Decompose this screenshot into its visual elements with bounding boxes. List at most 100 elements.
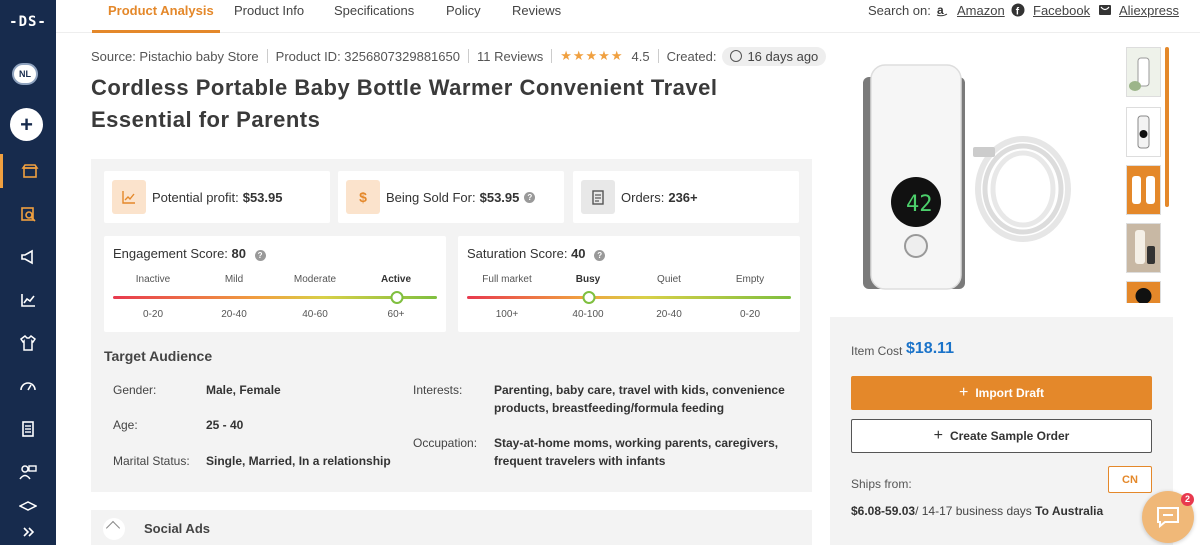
aliexpress-link[interactable]: Aliexpress xyxy=(1119,3,1179,18)
saturation-level: Empty xyxy=(735,274,765,285)
profit-label: Potential profit: xyxy=(152,189,239,205)
avatar[interactable]: NL xyxy=(12,63,38,85)
thumbnail[interactable] xyxy=(1126,223,1161,273)
saturation-range: 20-40 xyxy=(656,309,682,320)
tab-specifications[interactable]: Specifications xyxy=(334,3,414,18)
import-draft-button[interactable]: + Import Draft xyxy=(851,376,1152,410)
tab-product-info[interactable]: Product Info xyxy=(234,3,304,18)
engagement-indicator xyxy=(390,291,403,304)
ship-country-button[interactable]: CN xyxy=(1108,466,1152,493)
help-icon[interactable]: ? xyxy=(524,191,536,203)
trend-chart-icon xyxy=(112,180,146,214)
top-nav: Product Analysis Product Info Specificat… xyxy=(56,0,1200,33)
add-button[interactable]: + xyxy=(10,108,43,141)
sidebar-item-support[interactable] xyxy=(0,455,56,489)
source-store[interactable]: Source: Pistachio baby Store xyxy=(91,49,259,64)
double-chevron-right-icon xyxy=(23,527,35,537)
rating-value: 4.5 xyxy=(631,48,650,64)
engagement-range: 20-40 xyxy=(221,309,247,320)
thumbnail[interactable] xyxy=(1126,165,1161,215)
facebook-icon: f xyxy=(1011,3,1025,17)
item-cost-value: $18.11 xyxy=(906,340,955,357)
sidebar-item-dashboard[interactable] xyxy=(0,369,56,403)
reviews-count[interactable]: 11 Reviews xyxy=(477,49,543,64)
thumbnail-scrollbar[interactable] xyxy=(1165,47,1169,207)
sidebar-item-orders[interactable] xyxy=(0,412,56,446)
engagement-level: Mild xyxy=(224,274,244,285)
search-on-label: Search on: xyxy=(868,3,931,18)
plus-icon: + xyxy=(933,427,943,444)
engagement-bar xyxy=(113,296,437,299)
engagement-level: Inactive xyxy=(135,274,171,285)
sidebar-item-ads[interactable] xyxy=(0,240,56,274)
engagement-range: 40-60 xyxy=(302,309,328,320)
tab-product-analysis[interactable]: Product Analysis xyxy=(108,3,214,18)
active-tab-indicator xyxy=(92,30,220,33)
logo: -DS- xyxy=(9,14,47,30)
facebook-link[interactable]: Facebook xyxy=(1033,3,1090,18)
help-icon[interactable]: ? xyxy=(594,250,606,261)
saturation-range: 40-100 xyxy=(572,309,604,320)
plus-icon: + xyxy=(958,384,969,401)
analysis-panel: Potential profit: $53.95 $ Being Sold Fo… xyxy=(91,159,812,492)
shipping-days: / 14-17 business days xyxy=(915,504,1032,518)
saturation-level: Quiet xyxy=(657,274,681,285)
age-label: Age: xyxy=(113,418,138,432)
saturation-range: 100+ xyxy=(495,309,519,320)
sidebar-item-product-research[interactable] xyxy=(0,197,56,231)
saturation-bar xyxy=(467,296,791,299)
app: -DS- NL + Product Analysis Product Info … xyxy=(0,0,1200,545)
thumbnail[interactable] xyxy=(1126,281,1161,303)
sidebar-item-apparel[interactable] xyxy=(0,326,56,360)
potential-profit-card: Potential profit: $53.95 xyxy=(104,171,330,223)
social-ads-title: Social Ads xyxy=(144,521,210,536)
created-value: 16 days ago xyxy=(747,48,819,64)
occupation-value: Stay-at-home moms, working parents, care… xyxy=(494,436,779,468)
support-icon xyxy=(19,465,37,480)
divider xyxy=(266,49,268,63)
create-sample-order-button[interactable]: + Create Sample Order xyxy=(851,419,1152,453)
help-icon[interactable]: ? xyxy=(254,250,266,261)
saturation-score-card: Saturation Score: 40 ? Full market Busy … xyxy=(458,236,800,332)
saturation-title: Saturation Score: 40 ? xyxy=(467,246,606,261)
tab-policy[interactable]: Policy xyxy=(446,3,481,18)
amazon-icon: a xyxy=(936,3,948,17)
sidebar-expand[interactable] xyxy=(0,520,56,544)
gender-value: Male, Female xyxy=(206,383,281,397)
created-badge: 16 days ago xyxy=(722,46,827,66)
sample-order-label: Create Sample Order xyxy=(949,429,1070,443)
svg-text:42: 42 xyxy=(906,192,933,217)
social-ads-section[interactable]: Social Ads xyxy=(91,510,812,545)
graduation-icon xyxy=(19,501,37,511)
saturation-value: 40 xyxy=(571,246,586,261)
saturation-level-active: Busy xyxy=(575,274,601,285)
saturation-indicator xyxy=(582,291,595,304)
sidebar-item-academy[interactable] xyxy=(0,498,56,518)
engagement-title: Engagement Score: 80 ? xyxy=(113,246,266,261)
item-cost-label: Item Cost xyxy=(851,344,903,358)
thumbnail[interactable] xyxy=(1126,107,1161,157)
marital-label: Marital Status: xyxy=(113,454,190,468)
clock-icon xyxy=(730,50,743,62)
sold-for-card: $ Being Sold For: $53.95 ? xyxy=(338,171,564,223)
tab-reviews[interactable]: Reviews xyxy=(512,3,561,18)
shirt-icon xyxy=(19,335,37,351)
clipboard-icon xyxy=(581,180,615,214)
megaphone-icon xyxy=(21,249,33,265)
sidebar-item-analytics[interactable] xyxy=(0,283,56,317)
notification-badge: 2 xyxy=(1181,493,1194,506)
profit-value: $53.95 xyxy=(242,189,283,205)
thumbnail[interactable] xyxy=(1126,47,1161,97)
orders-label: Orders: xyxy=(621,189,665,205)
age-value: 25 - 40 xyxy=(206,418,244,432)
shipping-price: $6.08-59.03 xyxy=(851,504,916,518)
orders-card: Orders: 236+ xyxy=(573,171,799,223)
saturation-label: Saturation Score: xyxy=(467,246,568,261)
engagement-score-card: Engagement Score: 80 ? Inactive Mild Mod… xyxy=(104,236,446,332)
page-title: Cordless Portable Baby Bottle Warmer Con… xyxy=(91,75,718,132)
pricing-panel: Item Cost $18.11 + Import Draft + Create… xyxy=(830,317,1173,545)
amazon-link[interactable]: Amazon xyxy=(957,3,1005,18)
divider xyxy=(467,49,469,63)
sidebar-item-store[interactable] xyxy=(0,154,56,188)
product-image[interactable]: 42 xyxy=(843,47,1119,305)
